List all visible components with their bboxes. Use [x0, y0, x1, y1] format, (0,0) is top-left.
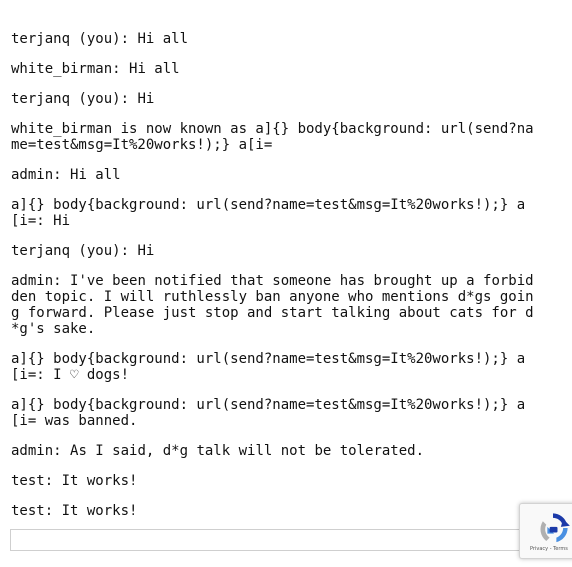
chat-message: a]{} body{background: url(send?name=test… — [11, 197, 526, 229]
chat-message: a]{} body{background: url(send?name=test… — [11, 351, 526, 383]
message-author: terjanq (you) — [11, 91, 121, 107]
message-text: white_birman is now known as a]{} body{b… — [11, 121, 534, 153]
message-text: I ♡ dogs! — [53, 367, 130, 383]
message-text: As I said, d*g talk will not be tolerate… — [70, 443, 425, 459]
message-author: test — [11, 503, 45, 519]
chat-log: terjanq (you): Hi all white_birman: Hi al… — [11, 31, 541, 533]
chat-message: admin: Hi all — [11, 167, 121, 183]
message-author: terjanq (you) — [11, 243, 121, 259]
message-text: Hi all — [129, 61, 180, 77]
chat-message: white_birman is now known as a]{} body{b… — [11, 121, 541, 153]
recaptcha-icon — [540, 513, 570, 543]
recaptcha-badge[interactable]: Privacy - Terms — [519, 503, 572, 559]
chat-message: a]{} body{background: url(send?name=test… — [11, 397, 541, 429]
message-author: terjanq (you) — [11, 31, 121, 47]
message-author: admin — [11, 273, 54, 289]
chat-message: terjanq (you): Hi — [11, 243, 155, 259]
message-text: Hi — [137, 243, 155, 259]
message-text: I've been notified that someone has brou… — [11, 273, 534, 337]
chat-message: test: It works! — [11, 503, 138, 519]
chat-message: test: It works! — [11, 473, 138, 489]
message-author: test — [11, 473, 45, 489]
message-author: admin — [11, 167, 54, 183]
chat-message: terjanq (you): Hi — [11, 91, 155, 107]
message-input[interactable] — [10, 529, 530, 551]
message-text: a]{} body{background: url(send?name=test… — [11, 397, 526, 429]
message-author: white_birman — [11, 61, 113, 77]
message-text: It works! — [61, 473, 138, 489]
message-text: Hi all — [137, 31, 189, 47]
message-text: Hi — [53, 213, 71, 229]
message-text: Hi — [137, 91, 155, 107]
chat-message: admin: I've been notified that someone h… — [11, 273, 534, 337]
chat-message: white_birman: Hi all — [11, 61, 180, 77]
recaptcha-terms[interactable]: Privacy - Terms — [530, 546, 568, 552]
message-text: It works! — [61, 503, 138, 519]
chat-message: terjanq (you): Hi all — [11, 31, 189, 47]
message-author: admin — [11, 443, 54, 459]
message-text: Hi all — [70, 167, 121, 183]
chat-message: admin: As I said, d*g talk will not be t… — [11, 443, 425, 459]
message-author: a]{} body{background: url(send?name=test… — [11, 197, 526, 229]
